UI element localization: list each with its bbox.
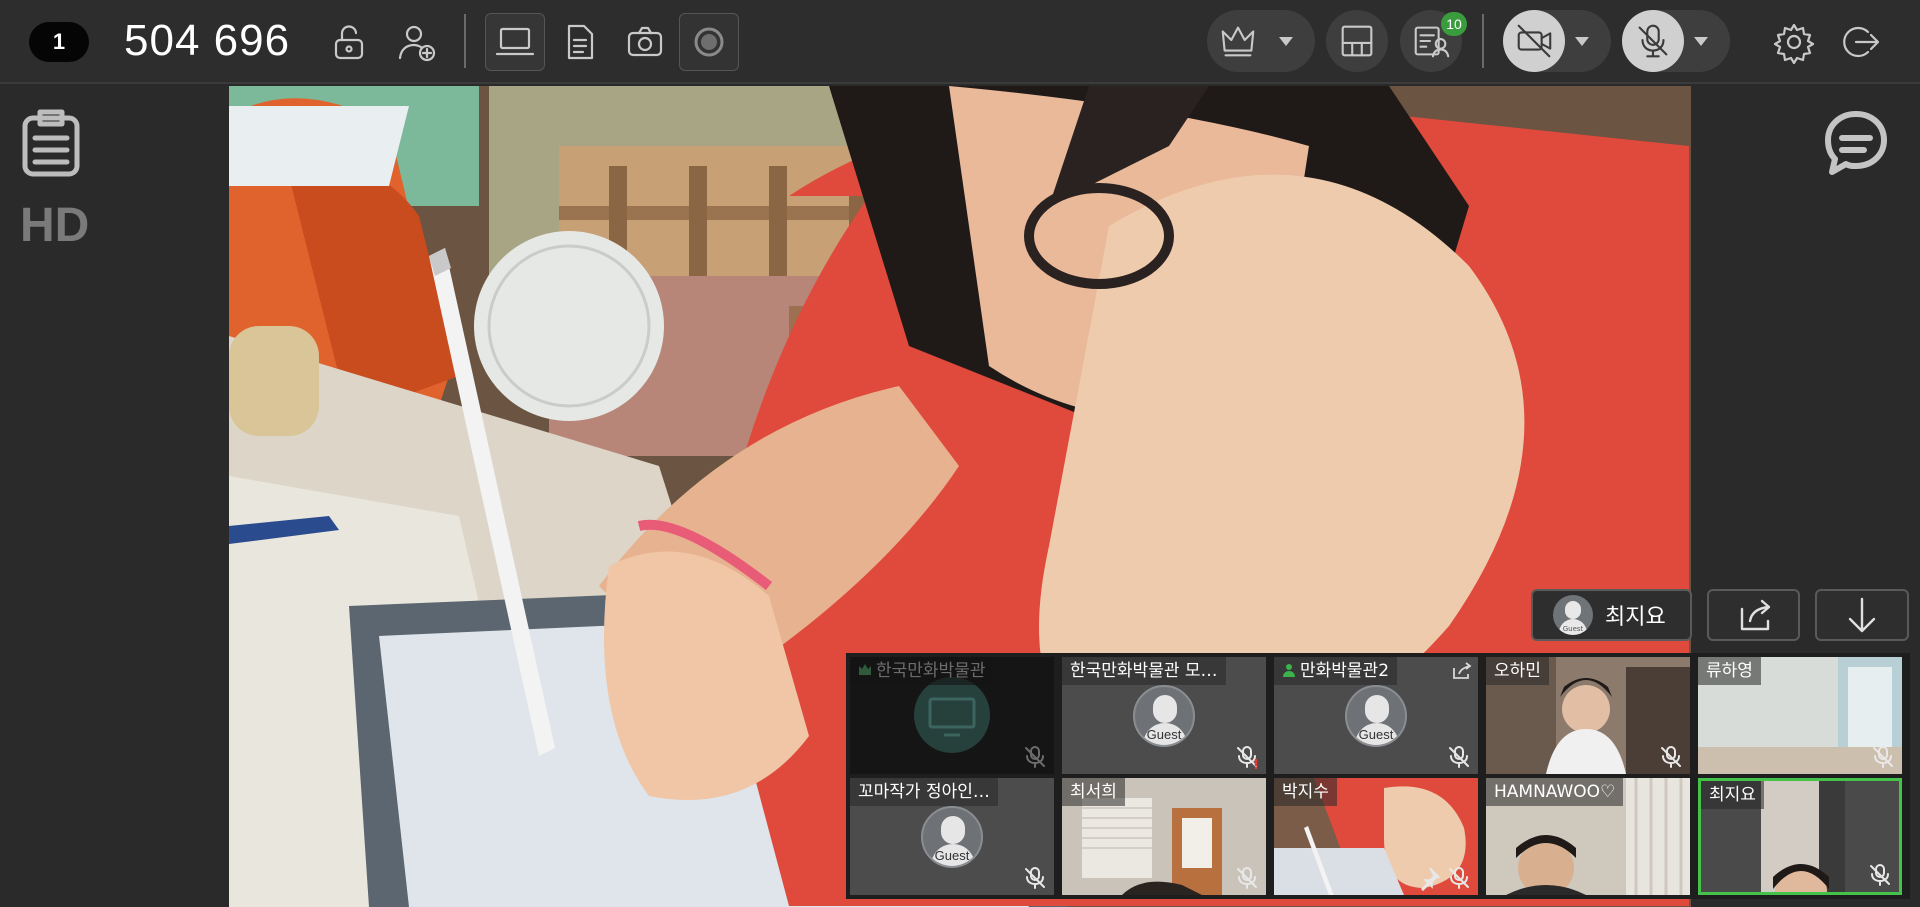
- exit-icon[interactable]: [1832, 14, 1888, 70]
- camera-toggle-button[interactable]: [1503, 10, 1611, 72]
- gear-icon[interactable]: [1766, 14, 1822, 70]
- record-icon: [694, 27, 724, 57]
- mic-off-icon: [1234, 865, 1260, 891]
- camera-icon[interactable]: [617, 14, 673, 70]
- toolbar-divider: [464, 14, 466, 68]
- participant-name: 만화박물관2: [1274, 657, 1398, 685]
- guest-label: Guest: [1358, 727, 1394, 742]
- chat-icon[interactable]: [1822, 108, 1890, 178]
- mic-off-icon: [1446, 744, 1472, 770]
- external-link-icon: [1452, 662, 1472, 680]
- mic-off-icon: [1022, 865, 1048, 891]
- left-panel: HD: [0, 86, 229, 907]
- participant-tile[interactable]: 박지수: [1274, 778, 1478, 895]
- participant-tile[interactable]: HAMNAWOO♡: [1486, 778, 1690, 895]
- participant-name: 꼬마작가 정아인…: [850, 778, 998, 806]
- share-icon: [1740, 599, 1770, 631]
- mic-off-icon: [1022, 744, 1048, 770]
- participant-tile[interactable]: 한국만화박물관: [850, 657, 1054, 774]
- room-index-badge: 1: [29, 22, 89, 62]
- laptop-icon: [495, 27, 535, 56]
- person-icon: [1283, 664, 1295, 677]
- screen-share-button[interactable]: [485, 13, 545, 71]
- toolbar-divider: [1482, 14, 1484, 68]
- microphone-toggle-button[interactable]: [1622, 10, 1730, 72]
- pop-out-button[interactable]: [1707, 589, 1800, 641]
- participant-tile[interactable]: 꼬마작가 정아인… Guest: [850, 778, 1054, 895]
- guest-label: Guest: [1562, 625, 1584, 633]
- participant-tile[interactable]: 류하영: [1698, 657, 1902, 774]
- mic-off-icon: [1622, 10, 1684, 72]
- crown-icon: [859, 664, 871, 675]
- participant-name: 오하민: [1486, 657, 1549, 685]
- camera-off-icon: [1503, 10, 1565, 72]
- avatar: Guest: [1133, 685, 1195, 747]
- participant-thumbnail-grid: 한국만화박물관 한국만화박물관 모… Guest 만화박물관2 Guest 오하…: [846, 653, 1910, 899]
- document-icon[interactable]: [552, 14, 608, 70]
- mic-off-icon: [1234, 744, 1260, 770]
- chevron-down-icon: [1269, 10, 1303, 72]
- participant-name: 최지요: [1701, 781, 1764, 809]
- participant-name: HAMNAWOO♡: [1486, 778, 1624, 806]
- collapse-thumbnails-button[interactable]: [1815, 589, 1909, 641]
- participant-tile-active-speaker[interactable]: 최지요: [1698, 778, 1902, 895]
- record-button[interactable]: [679, 13, 739, 71]
- room-number: 504 696: [124, 16, 291, 65]
- crown-icon: [1207, 10, 1269, 72]
- add-user-icon[interactable]: [388, 14, 444, 70]
- mic-off-icon: [1870, 744, 1896, 770]
- chevron-down-icon: [1565, 10, 1599, 72]
- top-toolbar: 1 504 696 10: [0, 0, 1920, 84]
- participant-name: 한국만화박물관 모…: [1062, 657, 1226, 685]
- mic-off-icon: [1446, 865, 1472, 891]
- guest-label: Guest: [1146, 727, 1182, 742]
- avatar: Guest: [921, 806, 983, 868]
- participant-tile[interactable]: 최서희: [1062, 778, 1266, 895]
- avatar: Guest: [1553, 595, 1593, 635]
- arrow-down-icon: [1848, 597, 1876, 633]
- participant-name: 박지수: [1274, 778, 1337, 806]
- participant-tile[interactable]: 한국만화박물관 모… Guest: [1062, 657, 1266, 774]
- active-speaker-button[interactable]: Guest 최지요: [1531, 589, 1692, 641]
- chevron-down-icon: [1684, 10, 1718, 72]
- participant-name: 최서희: [1062, 778, 1125, 806]
- notes-icon[interactable]: [20, 108, 82, 178]
- host-menu-button[interactable]: [1207, 10, 1315, 72]
- pin-icon[interactable]: [1416, 865, 1442, 892]
- participant-name: 한국만화박물관: [850, 657, 994, 685]
- layout-button[interactable]: [1326, 10, 1388, 72]
- avatar: Guest: [1345, 685, 1407, 747]
- hd-quality-label[interactable]: HD: [20, 198, 89, 253]
- mic-off-icon: [1867, 862, 1893, 888]
- layout-icon: [1326, 10, 1388, 72]
- participant-tile[interactable]: 오하민: [1486, 657, 1690, 774]
- mic-off-icon: [1658, 744, 1684, 770]
- guest-label: Guest: [934, 848, 970, 863]
- participant-tile[interactable]: 만화박물관2 Guest: [1274, 657, 1478, 774]
- unlock-icon[interactable]: [321, 14, 377, 70]
- active-speaker-name: 최지요: [1605, 605, 1666, 630]
- participant-count-badge: 10: [1441, 12, 1467, 36]
- participant-name: 류하영: [1698, 657, 1761, 685]
